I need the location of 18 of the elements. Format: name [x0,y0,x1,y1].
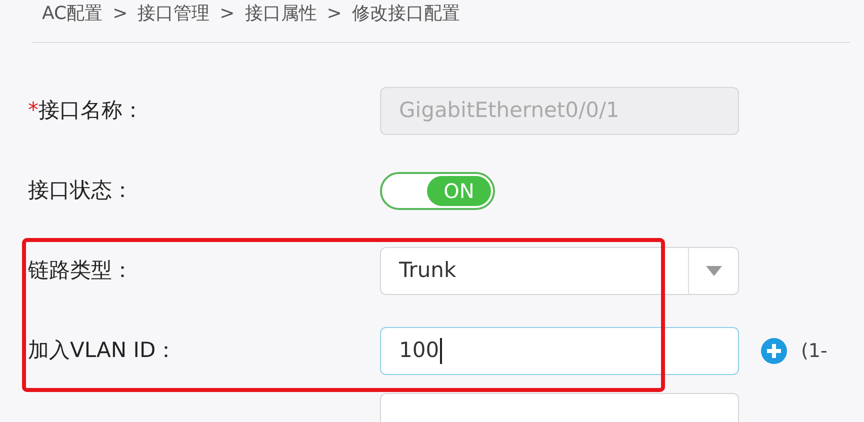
field-label: 加入VLAN ID： [28,338,177,362]
field-label: 链路类型： [28,258,133,282]
dropdown[interactable]: Trunk [380,247,739,295]
breadcrumb-separator: > [112,2,128,26]
breadcrumb-item[interactable]: 修改接口配置 [352,0,460,26]
breadcrumb-item[interactable]: AC配置 [42,0,103,26]
breadcrumb-separator: > [326,2,342,26]
input-field[interactable] [380,393,739,422]
required-asterisk: * [28,98,38,122]
add-icon[interactable] [761,338,787,364]
breadcrumb-item[interactable]: 接口属性 [244,0,317,26]
caret-icon [706,266,722,276]
input-field[interactable]: 100 [380,327,739,375]
field-label: 接口状态： [28,178,133,202]
breadcrumb-item[interactable]: 接口管理 [138,0,210,26]
field-label: 接口名称： [38,98,144,122]
breadcrumb-separator: > [220,2,235,26]
range-hint: (1- [801,338,828,364]
